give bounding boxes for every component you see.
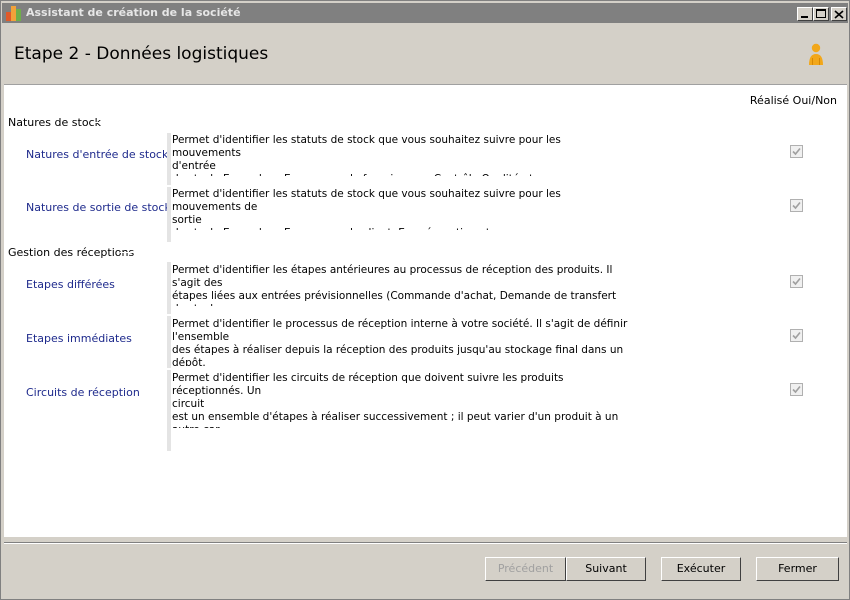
description-bar: [167, 370, 171, 451]
checkmark-icon: [792, 277, 801, 286]
description-bar: [167, 133, 171, 185]
section-title-receptions: Gestion des réceptions: [8, 246, 135, 259]
step-title: Etape 2 - Données logistiques: [14, 44, 269, 64]
section-title-stock-natures: Natures de stock: [8, 116, 101, 129]
done-checkbox-deferred-steps[interactable]: [790, 275, 803, 288]
step-description: Permet d'identifier les statuts de stock…: [172, 188, 561, 230]
footer-divider: [4, 542, 847, 544]
step-description: Permet d'identifier les circuits de réce…: [172, 372, 619, 428]
next-button[interactable]: Suivant: [566, 557, 646, 581]
description-bar: [167, 187, 171, 242]
previous-button[interactable]: Précédent: [485, 557, 566, 581]
user-icon: [809, 43, 823, 65]
done-checkbox-exit-stock-natures[interactable]: [790, 199, 803, 212]
checkmark-icon: [792, 331, 801, 340]
checkmark-icon: [792, 385, 801, 394]
minimize-icon: [801, 16, 808, 18]
window-title: Assistant de création de la société: [26, 6, 241, 19]
step-link-reception-circuits[interactable]: Circuits de réception: [26, 386, 140, 399]
close-button[interactable]: Fermer: [756, 557, 839, 581]
done-checkbox-entry-stock-natures[interactable]: [790, 145, 803, 158]
close-window-button[interactable]: [831, 7, 847, 21]
done-checkbox-immediate-steps[interactable]: [790, 329, 803, 342]
maximize-icon: [816, 9, 826, 18]
steps-panel: Réalisé Oui/Non Natures de stock Natures…: [4, 84, 847, 537]
execute-button[interactable]: Exécuter: [661, 557, 741, 581]
title-bar[interactable]: Assistant de création de la société: [2, 3, 848, 23]
description-bar: [167, 262, 171, 314]
step-link-deferred-steps[interactable]: Etapes différées: [26, 278, 115, 291]
app-icon: [6, 6, 22, 21]
done-column-header: Réalisé Oui/Non: [749, 94, 837, 107]
step-link-exit-stock-natures[interactable]: Natures de sortie de stock: [26, 201, 171, 214]
section-divider: [92, 122, 847, 123]
step-link-immediate-steps[interactable]: Etapes immédiates: [26, 332, 132, 345]
maximize-button[interactable]: [813, 7, 829, 21]
section-divider: [120, 252, 847, 253]
checkmark-icon: [792, 147, 801, 156]
done-checkbox-reception-circuits[interactable]: [790, 383, 803, 396]
step-link-entry-stock-natures[interactable]: Natures d'entrée de stock: [26, 148, 168, 161]
minimize-button[interactable]: [797, 7, 813, 21]
wizard-header: Etape 2 - Données logistiques: [4, 26, 847, 84]
step-description: Permet d'identifier les statuts de stock…: [172, 134, 561, 176]
step-description: Permet d'identifier le processus de réce…: [172, 318, 628, 366]
step-description: Permet d'identifier les étapes antérieur…: [172, 264, 617, 306]
description-bar: [167, 316, 171, 368]
close-icon: [834, 10, 844, 19]
wizard-window: Assistant de création de la société Etap…: [0, 0, 850, 600]
checkmark-icon: [792, 201, 801, 210]
